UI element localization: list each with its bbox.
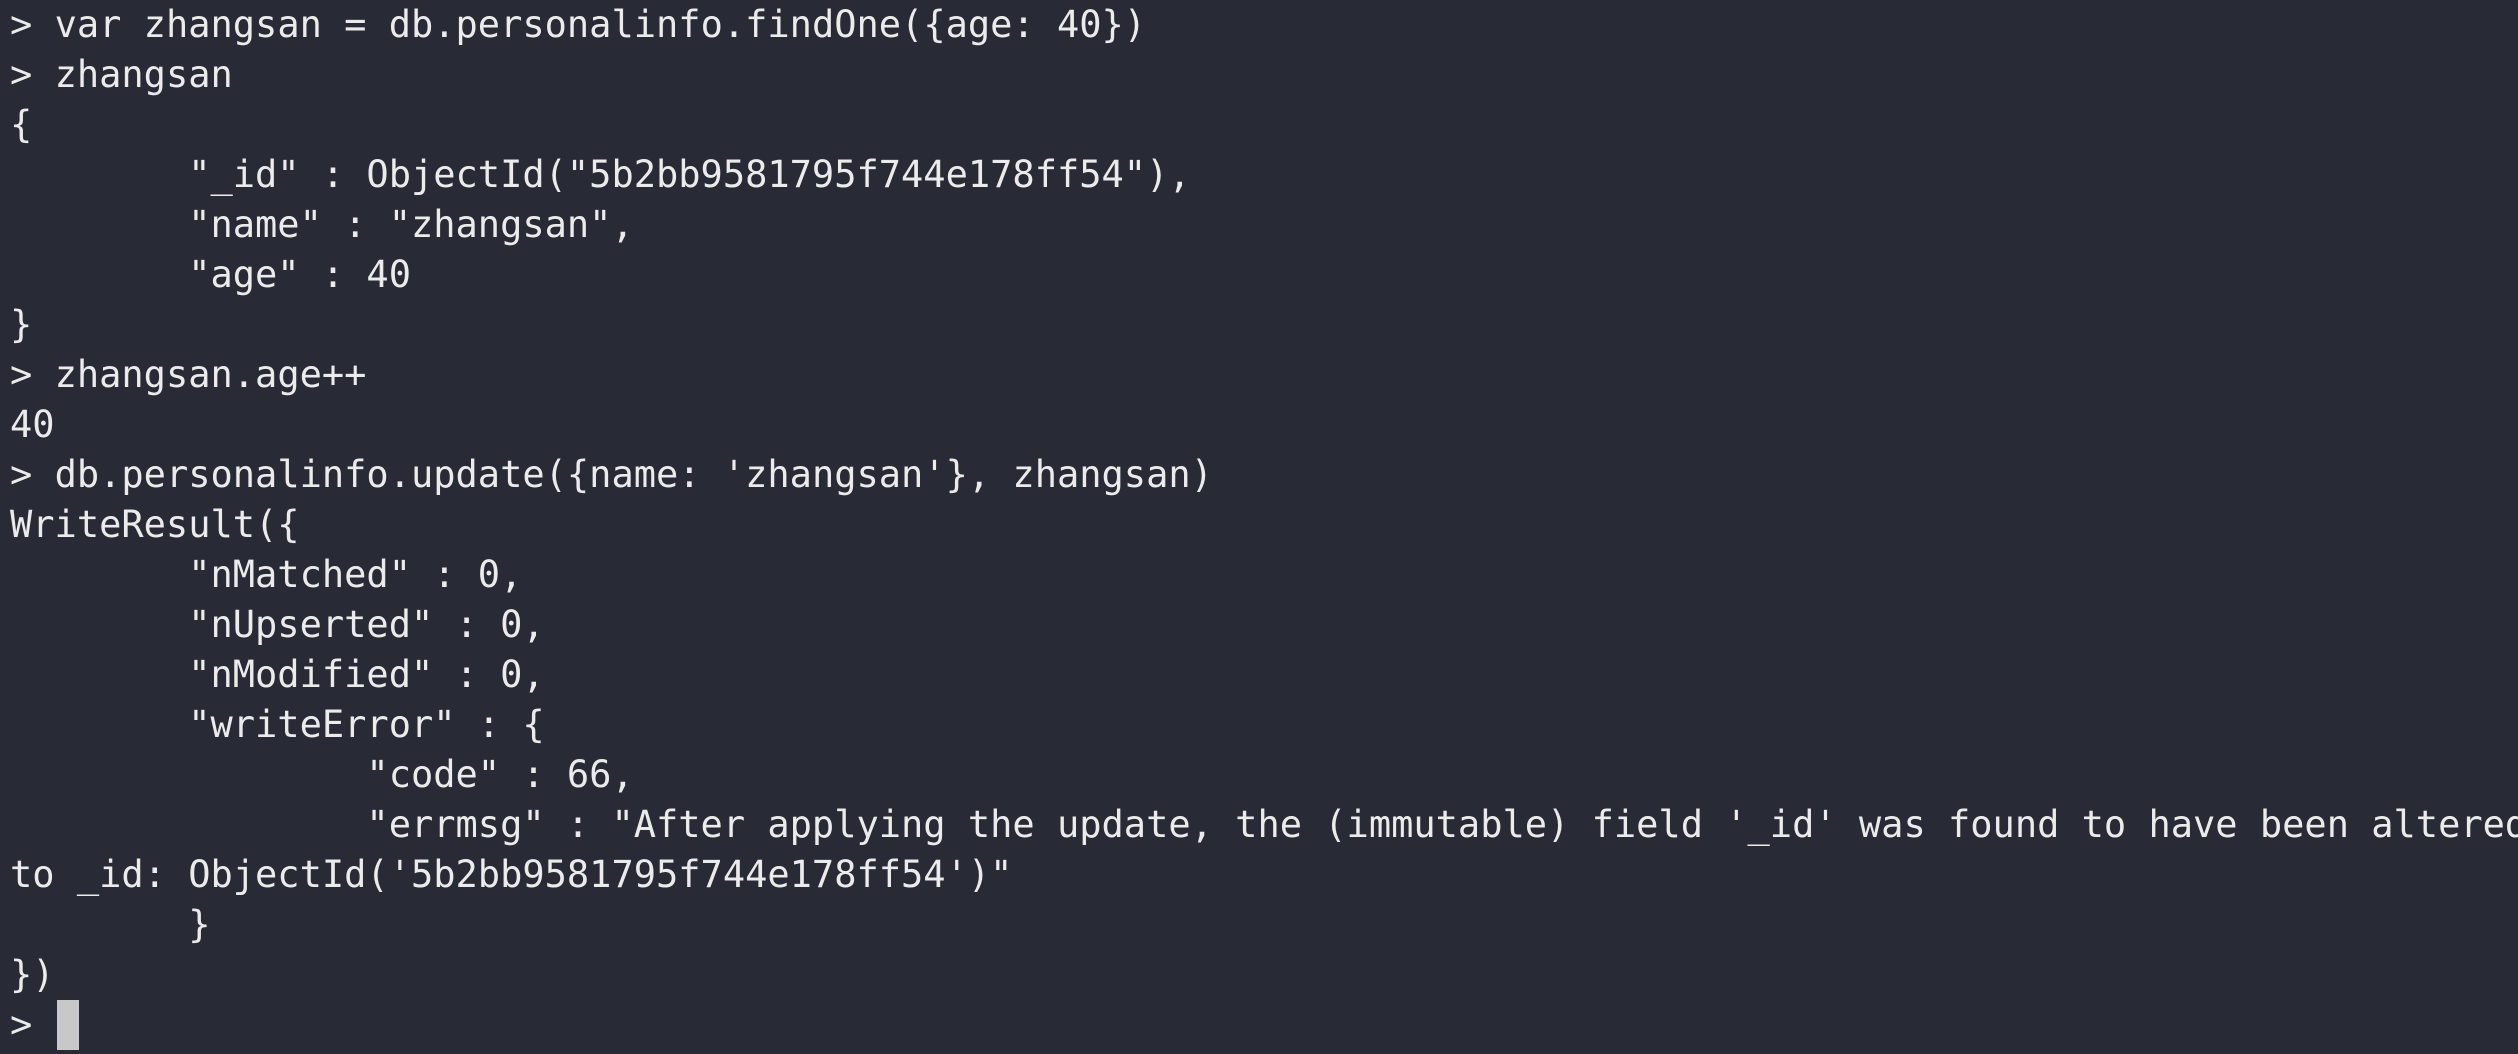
output-line: "writeError" : { [10, 700, 2518, 750]
terminal-output: > var zhangsan = db.personalinfo.findOne… [10, 0, 2518, 1000]
output-line: "code" : 66, [10, 750, 2518, 800]
output-text: to _id: ObjectId('5b2bb9581795f744e178ff… [10, 853, 1013, 896]
output-line: WriteResult({ [10, 500, 2518, 550]
output-line: } [10, 300, 2518, 350]
command-line: > zhangsan [10, 50, 2518, 100]
output-line: "_id" : ObjectId("5b2bb9581795f744e178ff… [10, 150, 2518, 200]
output-text: } [10, 903, 211, 946]
output-line: 40 [10, 400, 2518, 450]
output-text: 40 [10, 403, 55, 446]
output-line: }) [10, 950, 2518, 1000]
command-text: zhangsan [54, 53, 233, 96]
output-line: "nModified" : 0, [10, 650, 2518, 700]
prompt-symbol: > [10, 453, 55, 496]
output-line: { [10, 100, 2518, 150]
output-text: "writeError" : { [10, 703, 545, 746]
prompt-symbol: > [10, 53, 55, 96]
output-text: } [10, 303, 33, 346]
terminal-window[interactable]: > var zhangsan = db.personalinfo.findOne… [0, 0, 2518, 1054]
output-text: "code" : 66, [10, 753, 634, 796]
output-line: "errmsg" : "After applying the update, t… [10, 800, 2518, 850]
prompt-symbol: > [10, 3, 55, 46]
output-line: "nUpserted" : 0, [10, 600, 2518, 650]
output-text: }) [10, 953, 55, 996]
output-text: "nModified" : 0, [10, 653, 545, 696]
output-text: "age" : 40 [10, 253, 411, 296]
text-cursor[interactable] [56, 1000, 79, 1050]
output-text: "name" : "zhangsan", [10, 203, 634, 246]
output-text: WriteResult({ [10, 503, 300, 546]
command-line: > var zhangsan = db.personalinfo.findOne… [10, 0, 2518, 50]
command-line: > zhangsan.age++ [10, 350, 2518, 400]
output-text: "nUpserted" : 0, [10, 603, 545, 646]
output-line: "age" : 40 [10, 250, 2518, 300]
output-text: "_id" : ObjectId("5b2bb9581795f744e178ff… [10, 153, 1191, 196]
command-text: zhangsan.age++ [54, 353, 367, 396]
output-line: } [10, 900, 2518, 950]
command-text: var zhangsan = db.personalinfo.findOne({… [54, 3, 1147, 46]
output-text: "nMatched" : 0, [10, 553, 523, 596]
output-text: { [10, 103, 33, 146]
output-line: to _id: ObjectId('5b2bb9581795f744e178ff… [10, 850, 2518, 900]
prompt-symbol: > [10, 353, 55, 396]
command-text: db.personalinfo.update({name: 'zhangsan'… [54, 453, 1213, 496]
command-line: > db.personalinfo.update({name: 'zhangsa… [10, 450, 2518, 500]
output-line: "name" : "zhangsan", [10, 200, 2518, 250]
output-text: "errmsg" : "After applying the update, t… [10, 803, 2518, 846]
prompt-symbol: > [10, 1003, 55, 1046]
terminal-input-line[interactable]: > [10, 1000, 2518, 1050]
output-line: "nMatched" : 0, [10, 550, 2518, 600]
